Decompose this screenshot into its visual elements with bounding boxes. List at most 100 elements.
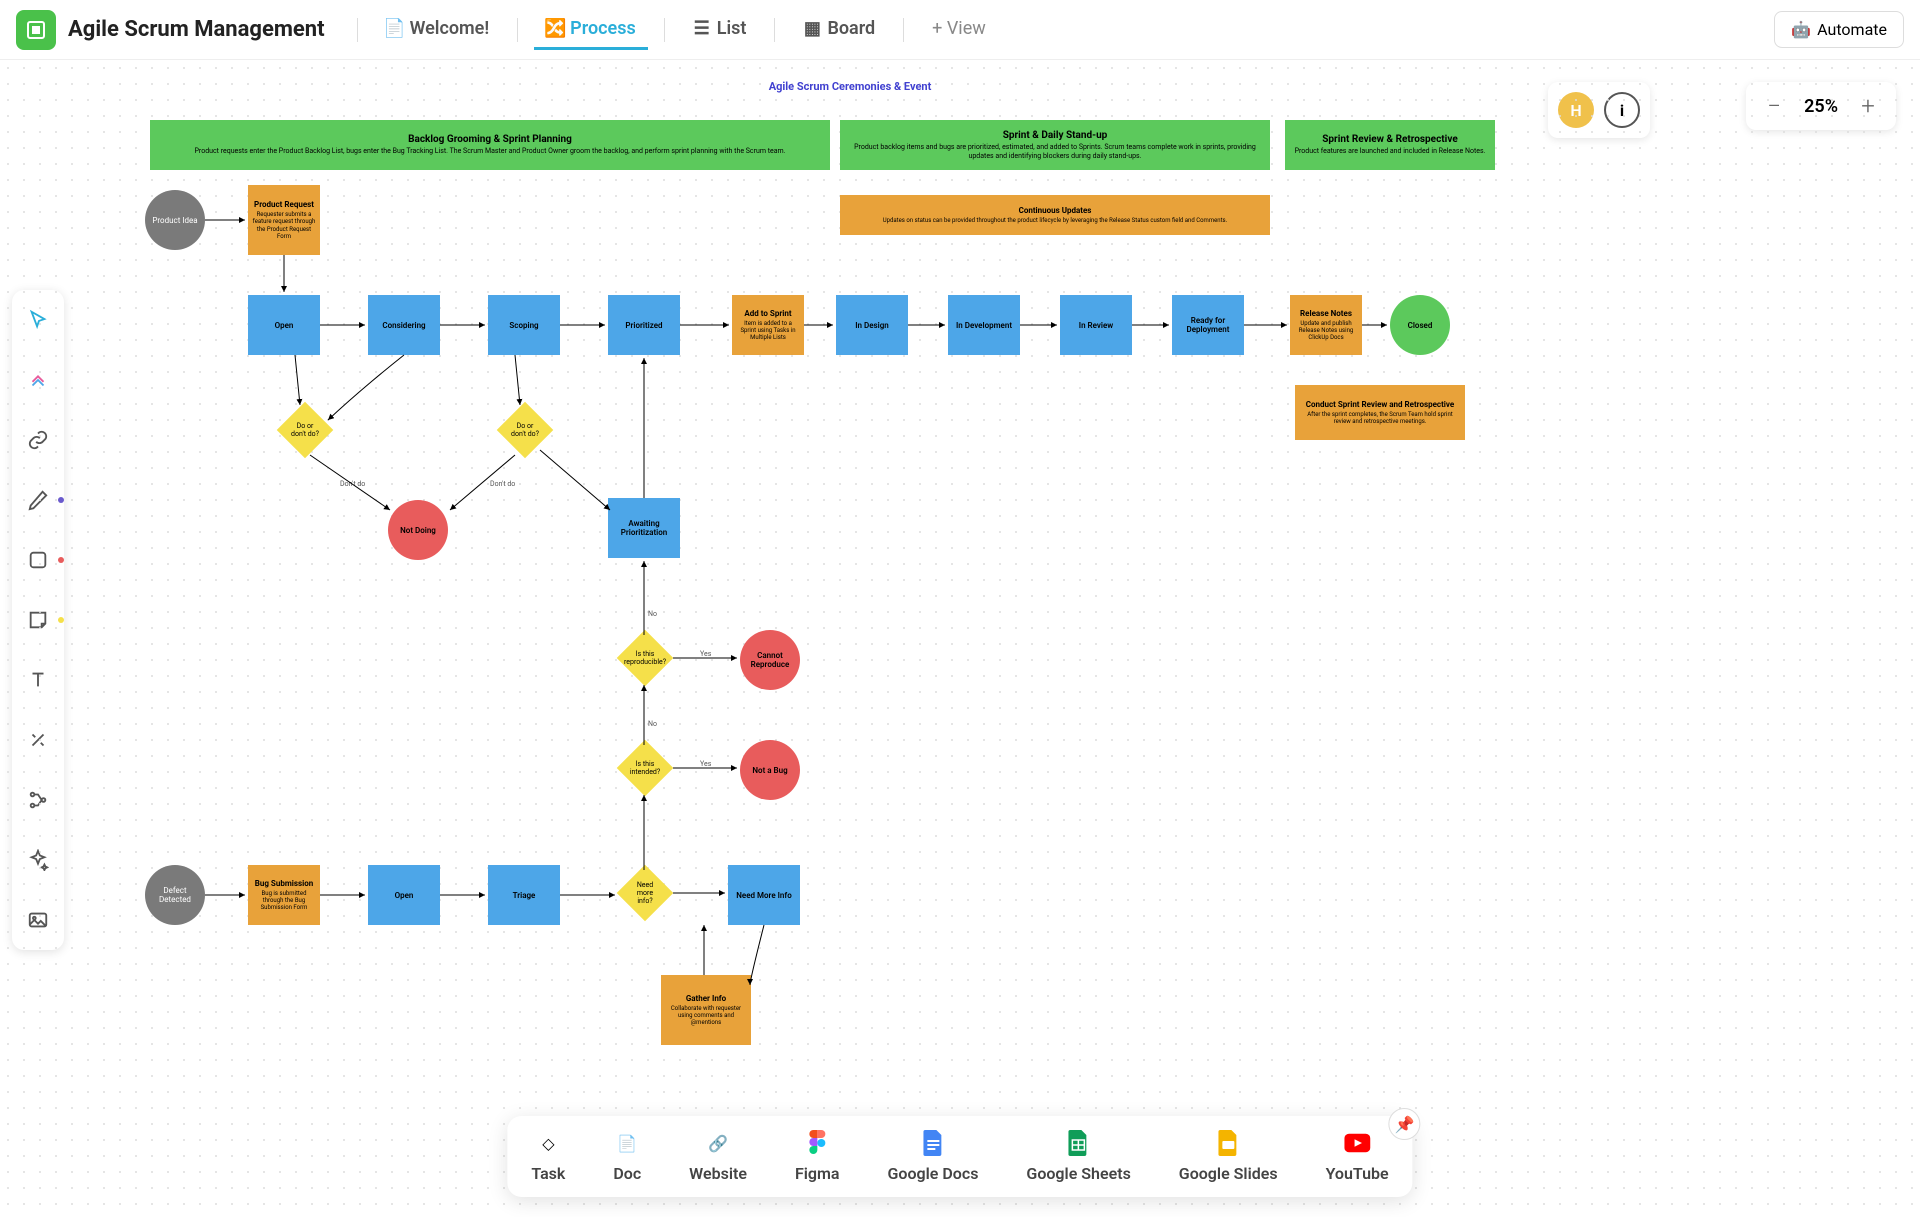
tab-label: Welcome! — [410, 18, 490, 39]
box-triage[interactable]: Triage — [488, 865, 560, 925]
gsheet-icon — [1066, 1130, 1092, 1156]
box-awaiting[interactable]: Awaiting Prioritization — [608, 498, 680, 558]
divider — [774, 18, 775, 42]
tab-label: Process — [570, 18, 636, 39]
diamond-label: Is this intended? — [629, 760, 661, 776]
dock-doc[interactable]: 📄Doc — [613, 1130, 641, 1183]
band-title: Backlog Grooming & Sprint Planning — [408, 134, 572, 145]
circle-closed[interactable]: Closed — [1390, 295, 1450, 355]
divider — [357, 18, 358, 42]
note-title: Continuous Updates — [1019, 206, 1092, 215]
box-in-review[interactable]: In Review — [1060, 295, 1132, 355]
top-bar: Agile Scrum Management 📄 Welcome! 🔀 Proc… — [0, 0, 1920, 60]
note-title: Conduct Sprint Review and Retrospective — [1306, 400, 1454, 409]
note-sub: Item is added to a Sprint using Tasks in… — [736, 320, 800, 342]
tab-process[interactable]: 🔀 Process — [534, 10, 648, 50]
note-sub: Update and publish Release Notes using C… — [1294, 320, 1358, 342]
dock-label: Doc — [613, 1164, 641, 1183]
divider — [903, 18, 904, 42]
tab-list[interactable]: ☰ List — [681, 10, 759, 50]
note-sub: Requester submits a feature request thro… — [252, 211, 316, 240]
add-view-button[interactable]: + View — [920, 10, 998, 50]
label-yes1: Yes — [700, 650, 711, 658]
diamond-d4[interactable]: Is this intended? — [617, 740, 674, 797]
note-release-notes[interactable]: Release Notes Update and publish Release… — [1290, 295, 1362, 355]
label-no2: No — [648, 720, 657, 728]
page-title: Agile Scrum Management — [68, 17, 325, 42]
box-in-dev[interactable]: In Development — [948, 295, 1020, 355]
dock-label: Google Docs — [888, 1164, 979, 1183]
dock-label: Website — [689, 1164, 747, 1183]
circle-not-doing[interactable]: Not Doing — [388, 500, 448, 560]
band-review[interactable]: Sprint Review & Retrospective Product fe… — [1285, 120, 1495, 170]
robot-icon: 🤖 — [1791, 20, 1811, 39]
whiteboard-canvas[interactable]: Agile Scrum Ceremonies & Event Backlog G… — [0, 60, 1920, 1217]
board-icon: ▦ — [803, 19, 821, 37]
dock-gslides[interactable]: Google Slides — [1179, 1130, 1278, 1183]
dock-gsheets[interactable]: Google Sheets — [1026, 1130, 1130, 1183]
band-planning[interactable]: Backlog Grooming & Sprint Planning Produ… — [150, 120, 830, 170]
tab-board[interactable]: ▦ Board — [791, 10, 887, 50]
box-considering[interactable]: Considering — [368, 295, 440, 355]
note-gather-info[interactable]: Gather Info Collaborate with requester u… — [661, 975, 751, 1045]
tab-label: Board — [827, 18, 875, 39]
box-open2[interactable]: Open — [368, 865, 440, 925]
diamond-d2[interactable]: Do or don't do? — [497, 402, 554, 459]
note-title: Product Request — [254, 200, 314, 209]
note-title: Bug Submission — [255, 879, 313, 888]
box-ready-deploy[interactable]: Ready for Deployment — [1172, 295, 1244, 355]
circle-defect-detected[interactable]: Defect Detected — [145, 865, 205, 925]
automate-label: Automate — [1817, 20, 1887, 39]
band-sprint[interactable]: Sprint & Daily Stand-up Product backlog … — [840, 120, 1270, 170]
dock-label: Task — [531, 1164, 565, 1183]
note-retro[interactable]: Conduct Sprint Review and Retrospective … — [1295, 385, 1465, 440]
label-yes2: Yes — [700, 760, 711, 768]
tab-welcome[interactable]: 📄 Welcome! — [374, 10, 502, 50]
note-sub: Updates on status can be provided throug… — [883, 217, 1227, 224]
view-tabs: 📄 Welcome! 🔀 Process ☰ List ▦ Board + Vi… — [349, 10, 998, 50]
diamond-label: Do or don't do? — [289, 422, 321, 438]
circle-not-a-bug[interactable]: Not a Bug — [740, 740, 800, 800]
note-continuous-updates[interactable]: Continuous Updates Updates on status can… — [840, 195, 1270, 235]
list-icon: ☰ — [693, 19, 711, 37]
note-bug-submission[interactable]: Bug Submission Bug is submitted through … — [248, 865, 320, 925]
band-title: Sprint Review & Retrospective — [1322, 134, 1457, 145]
band-subtitle: Product requests enter the Product Backl… — [194, 147, 785, 155]
divider — [664, 18, 665, 42]
dock-figma[interactable]: Figma — [795, 1130, 840, 1183]
dock-task[interactable]: ◇ Task — [531, 1130, 565, 1183]
dock-label: Google Sheets — [1026, 1164, 1130, 1183]
note-product-request[interactable]: Product Request Requester submits a feat… — [248, 185, 320, 255]
diamond-label: Do or don't do? — [509, 422, 541, 438]
circle-cannot-reproduce[interactable]: Cannot Reproduce — [740, 630, 800, 690]
dock-website[interactable]: 🔗 Website — [689, 1130, 747, 1183]
box-scoping[interactable]: Scoping — [488, 295, 560, 355]
note-title: Gather Info — [686, 994, 726, 1003]
diagram-title: Agile Scrum Ceremonies & Event — [100, 80, 1600, 93]
note-add-sprint[interactable]: Add to Sprint Item is added to a Sprint … — [732, 295, 804, 355]
box-open[interactable]: Open — [248, 295, 320, 355]
diamond-d3[interactable]: Is this reproducible? — [617, 630, 674, 687]
automate-button[interactable]: 🤖 Automate — [1774, 11, 1904, 48]
circle-product-idea[interactable]: Product Idea — [145, 190, 205, 250]
link-icon: 🔗 — [705, 1130, 731, 1156]
dock-gdocs[interactable]: Google Docs — [888, 1130, 979, 1183]
note-title: Release Notes — [1300, 309, 1352, 318]
box-need-more[interactable]: Need More Info — [728, 865, 800, 925]
diamond-d5[interactable]: Need more info? — [617, 865, 674, 922]
band-subtitle: Product backlog items and bugs are prior… — [844, 143, 1266, 160]
dock-youtube[interactable]: YouTube — [1326, 1130, 1389, 1183]
box-in-design[interactable]: In Design — [836, 295, 908, 355]
diamond-d1[interactable]: Do or don't do? — [277, 402, 334, 459]
gslide-icon — [1215, 1130, 1241, 1156]
note-sub: After the sprint completes, the Scrum Te… — [1299, 411, 1461, 425]
note-title: Add to Sprint — [744, 309, 791, 318]
app-icon — [16, 10, 56, 50]
task-icon: ◇ — [535, 1130, 561, 1156]
box-prioritized[interactable]: Prioritized — [608, 295, 680, 355]
dock-label: Figma — [795, 1164, 840, 1183]
band-subtitle: Product features are launched and includ… — [1295, 147, 1486, 155]
note-sub: Bug is submitted through the Bug Submiss… — [252, 890, 316, 912]
label-dontdo2: Don't do — [490, 480, 515, 488]
youtube-icon — [1344, 1130, 1370, 1156]
